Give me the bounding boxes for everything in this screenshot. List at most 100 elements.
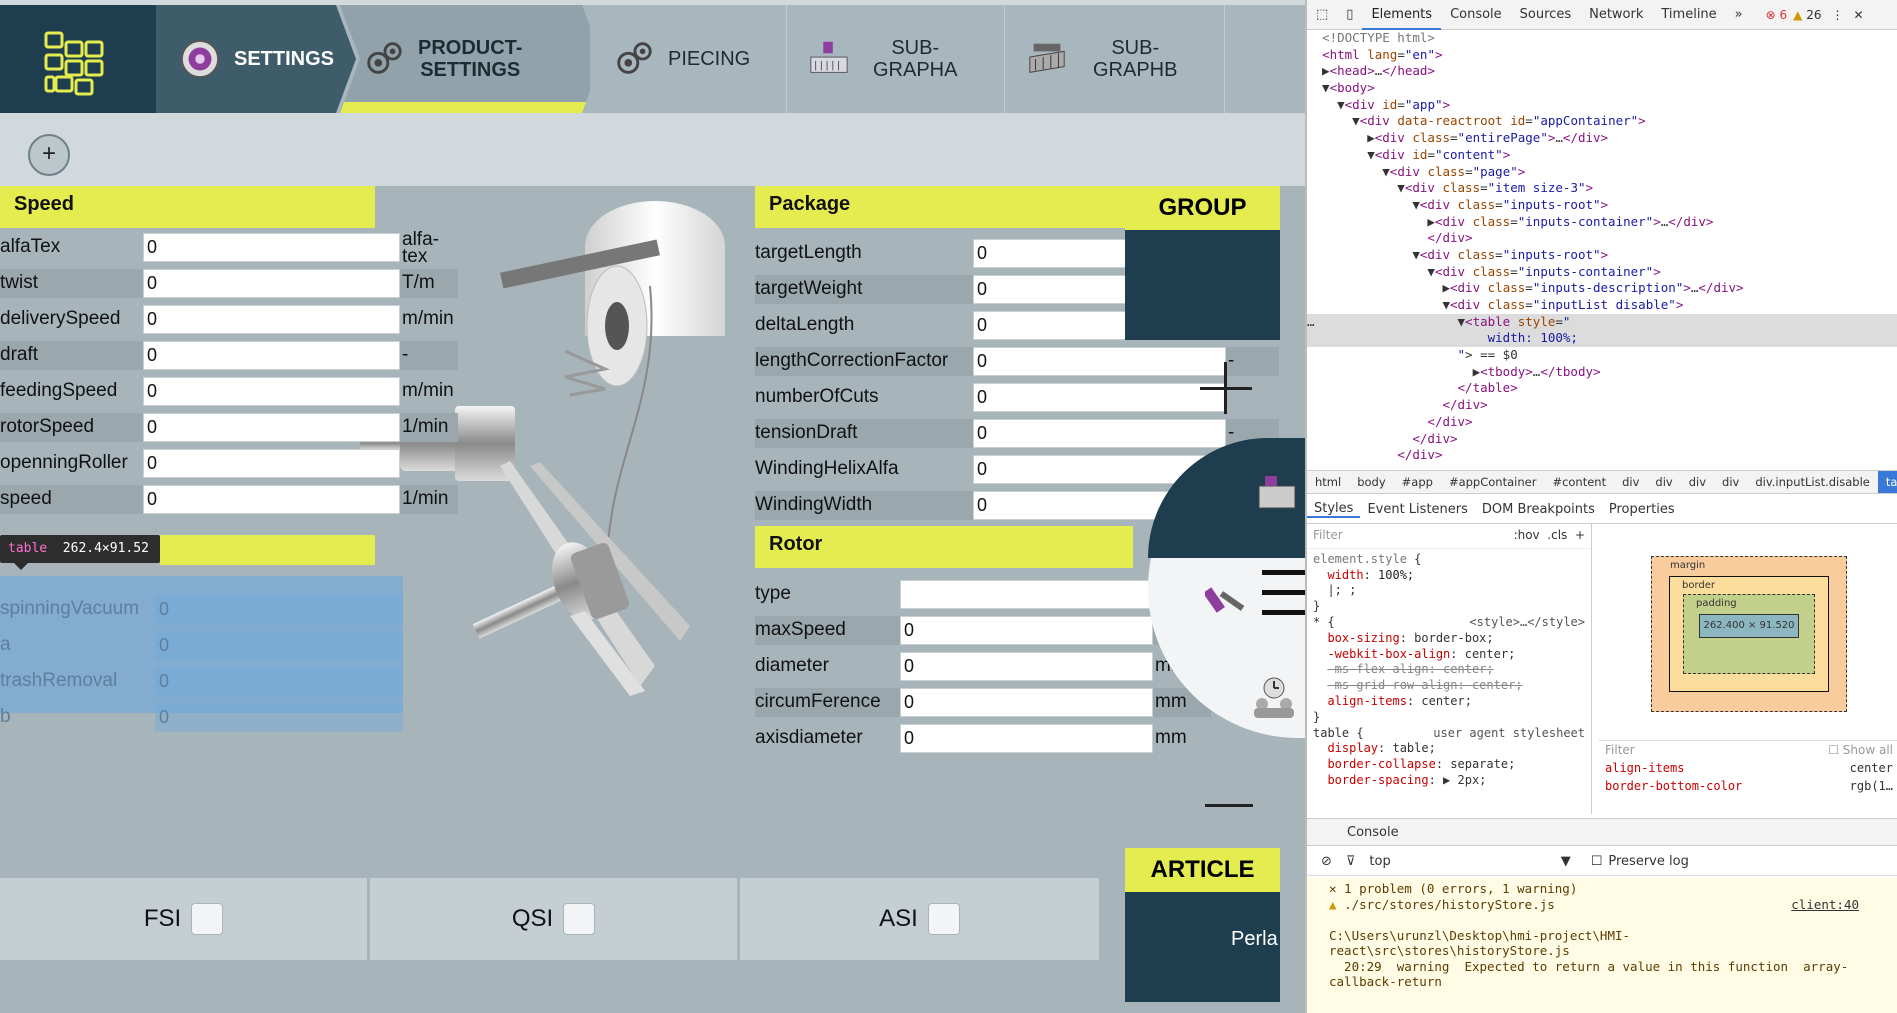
fsi-checkbox[interactable] — [191, 903, 224, 935]
field-input[interactable] — [155, 703, 403, 732]
users-clock-icon[interactable] — [1250, 672, 1298, 720]
devtools-menu-icon[interactable]: ⋮ — [1831, 8, 1843, 22]
tab-subgraph-a[interactable]: SUB- GRAPHA — [786, 5, 1004, 113]
dom-line-selected[interactable]: … ▼<table style=" — [1307, 313, 1897, 331]
breadcrumb-item[interactable]: body — [1349, 475, 1393, 489]
field-input[interactable] — [143, 269, 400, 298]
dom-line-selected[interactable]: width: 100%; — [1307, 330, 1897, 348]
error-count-icon[interactable]: ⊗ 6 — [1766, 8, 1788, 22]
field-input[interactable] — [155, 595, 403, 624]
machine-icon[interactable] — [1255, 472, 1299, 516]
dom-line[interactable]: ▼<div id="content"> — [1307, 147, 1897, 164]
tab-overflow[interactable] — [1224, 5, 1305, 113]
breadcrumb-item[interactable]: #appContainer — [1441, 475, 1544, 489]
breadcrumb-item[interactable]: html — [1307, 475, 1349, 489]
computed-prop[interactable]: align-items — [1605, 759, 1684, 777]
breadcrumb-item[interactable]: div — [1714, 475, 1747, 489]
dom-line[interactable]: </div> — [1307, 447, 1897, 464]
dom-line[interactable]: ▶<head>…</head> — [1307, 63, 1897, 80]
breadcrumb-item[interactable]: div — [1681, 475, 1714, 489]
field-input[interactable] — [900, 580, 1153, 609]
dom-tree[interactable]: <!DOCTYPE html> <html lang="en"> ▶<head>… — [1307, 30, 1897, 470]
asi-checkbox[interactable] — [927, 903, 960, 935]
field-input[interactable] — [900, 652, 1153, 681]
zoom-out-icon[interactable] — [1205, 804, 1253, 807]
dom-line[interactable]: ▼<div class="inputs-root"> — [1307, 247, 1897, 264]
breadcrumb-item[interactable]: #content — [1544, 475, 1614, 489]
computed-filter-input[interactable]: Filter — [1605, 741, 1635, 759]
tab-piecing[interactable]: PIECING — [590, 5, 786, 113]
field-input[interactable] — [143, 305, 400, 334]
dom-line[interactable]: ▼<div class="inputs-container"> — [1307, 264, 1897, 281]
dom-line[interactable]: </div> — [1307, 230, 1897, 247]
chevron-down-icon[interactable]: ▼ — [1561, 854, 1571, 869]
dom-line[interactable]: </div> — [1307, 414, 1897, 431]
breadcrumb-item[interactable]: div — [1647, 475, 1680, 489]
rule-element-style[interactable]: element.style { width: 100%; |; ; } * {<… — [1307, 549, 1591, 792]
computed-prop[interactable]: border-bottom-color — [1605, 777, 1742, 795]
field-input[interactable] — [143, 233, 400, 262]
tab-elements[interactable]: Elements — [1362, 0, 1442, 30]
dom-line[interactable]: ▼<div class="page"> — [1307, 164, 1897, 181]
field-input[interactable] — [900, 688, 1153, 717]
dom-line[interactable]: </table> — [1307, 380, 1897, 397]
fsi-toggle[interactable]: FSI — [0, 878, 370, 960]
breadcrumb-item[interactable]: div — [1614, 475, 1647, 489]
group-panel[interactable] — [1125, 230, 1280, 340]
field-input[interactable] — [143, 449, 400, 478]
field-input[interactable] — [143, 413, 400, 442]
breadcrumb-item[interactable]: #app — [1394, 475, 1441, 489]
field-input[interactable] — [973, 347, 1226, 376]
field-input[interactable] — [900, 616, 1153, 645]
dom-line[interactable]: ▼<div class="inputs-root"> — [1307, 197, 1897, 214]
inspect-element-icon[interactable]: ⬚ — [1307, 0, 1337, 30]
dom-line[interactable]: ▶<div class="entirePage">…</div> — [1307, 130, 1897, 147]
field-input[interactable] — [155, 631, 403, 660]
tab-product-settings[interactable]: PRODUCT- SETTINGS — [340, 5, 602, 113]
field-input[interactable] — [900, 724, 1153, 753]
app-logo-icon[interactable] — [0, 5, 156, 113]
dom-line[interactable]: ▶<tbody>…</tbody> — [1307, 364, 1897, 381]
preserve-log-checkbox[interactable]: ☐ — [1591, 854, 1603, 869]
add-button[interactable]: + — [28, 134, 70, 176]
dom-line[interactable]: ▶<div class="inputs-description">…</div> — [1307, 280, 1897, 297]
dom-line[interactable]: ▼<div data-reactroot id="appContainer"> — [1307, 113, 1897, 130]
breadcrumb-item[interactable]: div.inputList.disable — [1747, 475, 1878, 489]
dom-line[interactable]: <html lang="en"> — [1307, 47, 1897, 64]
dom-line[interactable]: ▼<div class="item size-3"> — [1307, 180, 1897, 197]
console-context[interactable]: top — [1369, 854, 1390, 869]
dom-line[interactable]: "> == $0 — [1307, 347, 1897, 364]
tab-console[interactable]: Console — [1441, 0, 1511, 30]
dom-line[interactable]: ▼<div class="inputList disable"> — [1307, 297, 1897, 314]
tab-event-listeners[interactable]: Event Listeners — [1360, 502, 1474, 517]
wrench-icon[interactable] — [1205, 580, 1249, 620]
field-input[interactable] — [143, 485, 400, 514]
tab-network[interactable]: Network — [1580, 0, 1652, 30]
styles-filter-input[interactable]: Filter — [1313, 528, 1343, 544]
hamburger-menu-icon[interactable] — [1262, 566, 1305, 620]
computed-pane[interactable]: Filter ☐ Show all align-items center borde… — [1599, 740, 1897, 814]
close-icon[interactable]: ✕ — [1329, 881, 1337, 896]
field-input[interactable] — [973, 383, 1226, 412]
tab-styles[interactable]: Styles — [1307, 501, 1361, 518]
field-input[interactable] — [143, 377, 400, 406]
field-input[interactable] — [973, 419, 1226, 448]
console-source-link[interactable]: client:40 — [1791, 897, 1859, 913]
filter-icon[interactable]: ⊽ — [1346, 854, 1356, 869]
dom-line[interactable]: <!DOCTYPE html> — [1307, 30, 1897, 47]
more-tabs-icon[interactable]: » — [1726, 0, 1752, 30]
article-value[interactable]: Perla — [1125, 892, 1280, 1002]
styles-pane[interactable]: Filter :hov .cls + element.style { width… — [1307, 524, 1592, 814]
hover-state-button[interactable]: :hov — [1514, 528, 1540, 542]
tab-timeline[interactable]: Timeline — [1652, 0, 1725, 30]
add-rule-icon[interactable]: + — [1575, 528, 1585, 542]
qsi-toggle[interactable]: QSI — [370, 878, 740, 960]
clear-console-icon[interactable]: ⊘ — [1321, 854, 1332, 869]
dom-line[interactable]: ▶<div class="inputs-container">…</div> — [1307, 214, 1897, 231]
close-icon[interactable]: ✕ — [1853, 8, 1863, 22]
tab-properties[interactable]: Properties — [1602, 502, 1682, 517]
console-drawer-title[interactable]: Console — [1307, 818, 1897, 846]
tab-subgraph-b[interactable]: SUB- GRAPHB — [1004, 5, 1224, 113]
dom-line[interactable]: </div> — [1307, 397, 1897, 414]
show-all-checkbox[interactable]: ☐ — [1828, 743, 1839, 757]
